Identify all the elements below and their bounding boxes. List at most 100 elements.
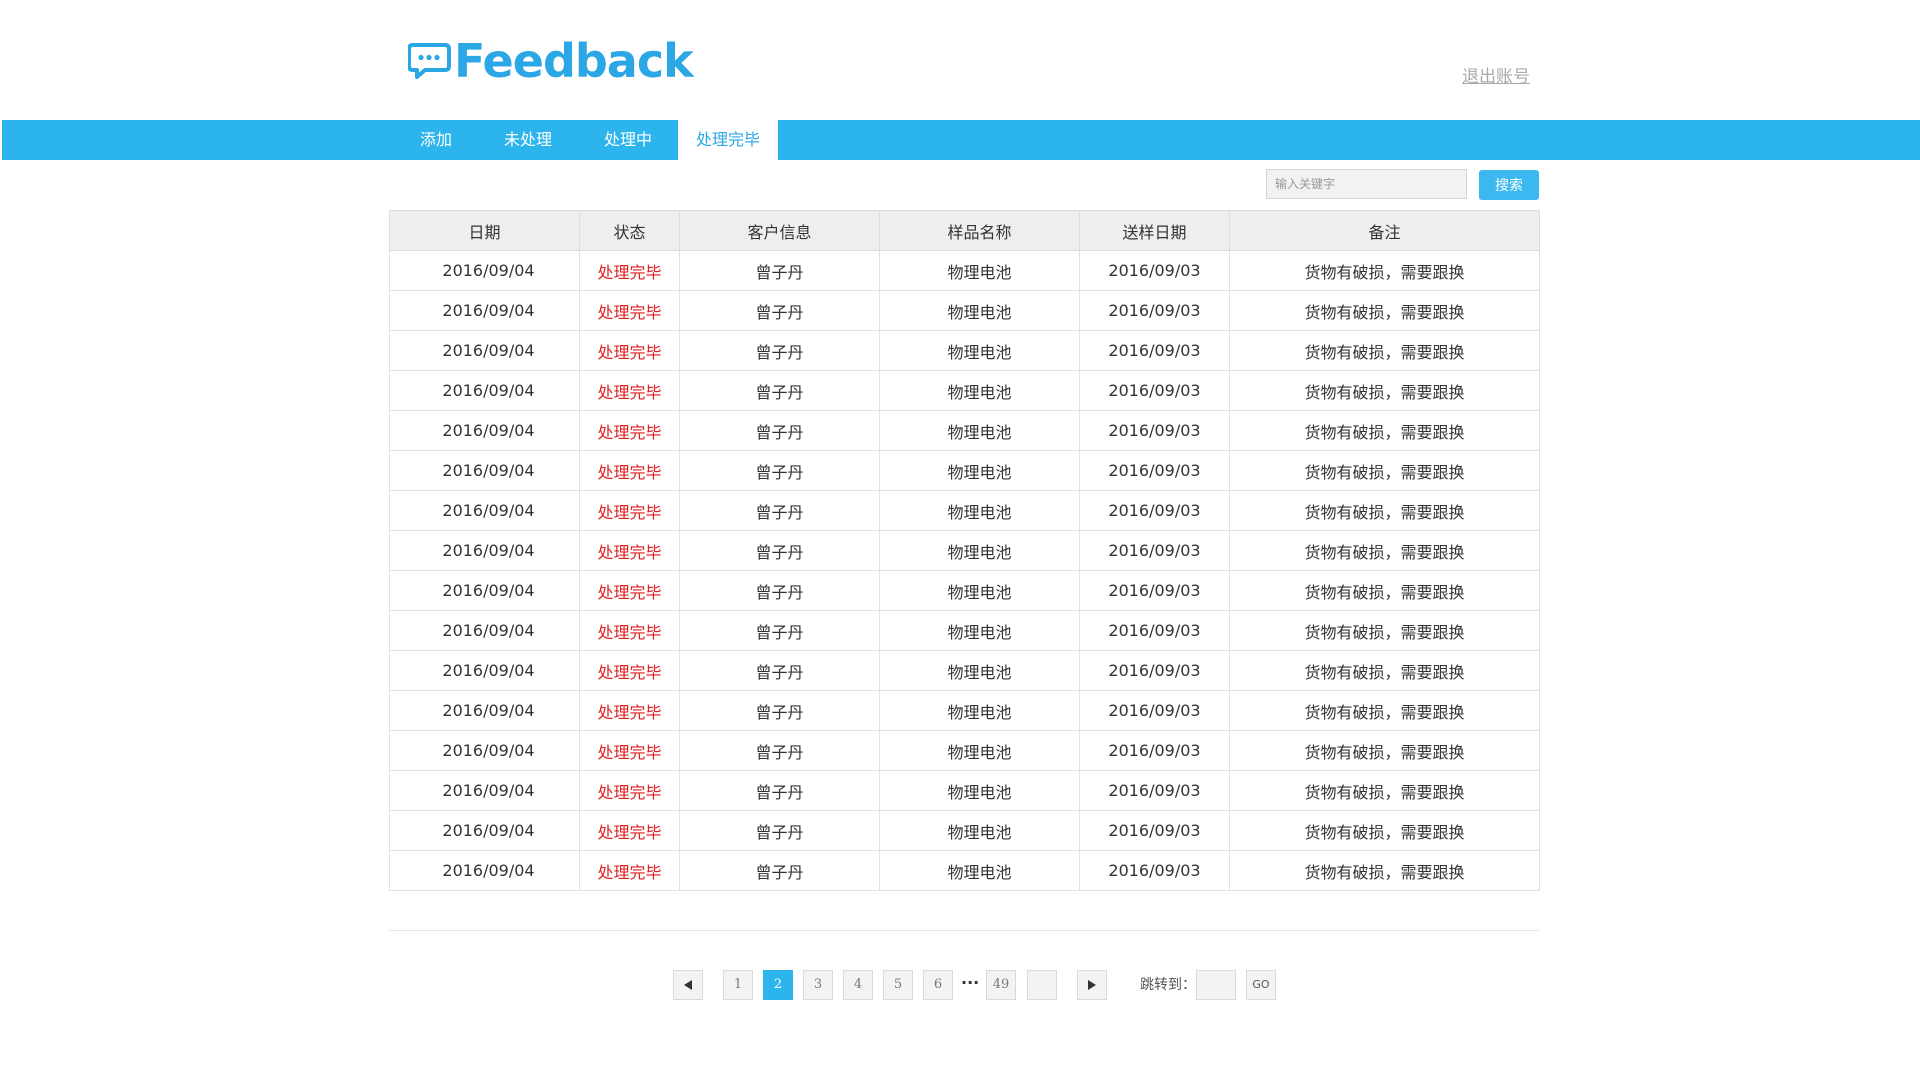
table-row[interactable]: 2016/09/04 处理完毕 曾子丹 物理电池 2016/09/03 货物有破损，需要跟… (389, 610, 1540, 651)
chat-bubble-icon (408, 43, 451, 79)
page-blank-button[interactable] (1027, 970, 1057, 1000)
cell-send-date: 2016/09/03 (1079, 810, 1230, 851)
header-send-date[interactable]: 送样日期 (1079, 210, 1230, 251)
page-4-button[interactable]: 4 (843, 970, 873, 1000)
table-row[interactable]: 2016/09/04 处理完毕 曾子丹 物理电池 2016/09/03 货物有破损，需要跟… (389, 450, 1540, 491)
cell-status: 处理完毕 (579, 690, 680, 731)
table-row[interactable]: 2016/09/04 处理完毕 曾子丹 物理电池 2016/09/03 货物有破损，需要跟… (389, 330, 1540, 371)
table-row[interactable]: 2016/09/04 处理完毕 曾子丹 物理电池 2016/09/03 货物有破损，需要跟… (389, 490, 1540, 531)
table-row[interactable]: 2016/09/04 处理完毕 曾子丹 物理电池 2016/09/03 货物有破损，需要跟… (389, 850, 1540, 891)
page-2-button[interactable]: 2 (763, 970, 793, 1000)
tab-unprocessed[interactable]: 未处理 (478, 120, 578, 160)
table-row[interactable]: 2016/09/04 处理完毕 曾子丹 物理电池 2016/09/03 货物有破损，需要跟… (389, 370, 1540, 411)
logout-link[interactable]: 退出账号 (1462, 62, 1530, 87)
cell-sample-name: 物理电池 (879, 810, 1080, 851)
cell-remark: 货物有破损，需要跟换 (1229, 650, 1540, 691)
cell-date: 2016/09/04 (389, 450, 580, 491)
table-row[interactable]: 2016/09/04 处理完毕 曾子丹 物理电池 2016/09/03 货物有破损，需要跟… (389, 770, 1540, 811)
table-header: 日期 状态 客户信息 样品名称 送样日期 备注 (389, 210, 1540, 251)
logo-text: Feedback (454, 34, 694, 88)
cell-send-date: 2016/09/03 (1079, 730, 1230, 771)
search-input[interactable] (1266, 169, 1467, 199)
cell-send-date: 2016/09/03 (1079, 490, 1230, 531)
cell-remark: 货物有破损，需要跟换 (1229, 570, 1540, 611)
cell-status: 处理完毕 (579, 370, 680, 411)
cell-send-date: 2016/09/03 (1079, 250, 1230, 291)
cell-customer: 曾子丹 (679, 690, 880, 731)
cell-send-date: 2016/09/03 (1079, 850, 1230, 891)
cell-remark: 货物有破损，需要跟换 (1229, 410, 1540, 451)
cell-status: 处理完毕 (579, 450, 680, 491)
table-row[interactable]: 2016/09/04 处理完毕 曾子丹 物理电池 2016/09/03 货物有破损，需要跟… (389, 290, 1540, 331)
search-button[interactable]: 搜索 (1479, 170, 1539, 200)
nav-tabs: 添加 未处理 处理中 处理完毕 (394, 120, 778, 160)
cell-remark: 货物有破损，需要跟换 (1229, 610, 1540, 651)
cell-send-date: 2016/09/03 (1079, 370, 1230, 411)
cell-status: 处理完毕 (579, 330, 680, 371)
tab-completed[interactable]: 处理完毕 (678, 120, 778, 160)
tab-processing[interactable]: 处理中 (578, 120, 678, 160)
cell-date: 2016/09/04 (389, 850, 580, 891)
cell-sample-name: 物理电池 (879, 370, 1080, 411)
header-remark[interactable]: 备注 (1229, 210, 1540, 251)
page-5-button[interactable]: 5 (883, 970, 913, 1000)
go-button[interactable]: GO (1246, 970, 1276, 1000)
header-customer[interactable]: 客户信息 (679, 210, 880, 251)
header-sample-name[interactable]: 样品名称 (879, 210, 1080, 251)
cell-send-date: 2016/09/03 (1079, 330, 1230, 371)
page-3-button[interactable]: 3 (803, 970, 833, 1000)
cell-sample-name: 物理电池 (879, 650, 1080, 691)
table-row[interactable]: 2016/09/04 处理完毕 曾子丹 物理电池 2016/09/03 货物有破损，需要跟… (389, 810, 1540, 851)
table-row[interactable]: 2016/09/04 处理完毕 曾子丹 物理电池 2016/09/03 货物有破损，需要跟… (389, 690, 1540, 731)
tab-add[interactable]: 添加 (394, 120, 478, 160)
header-date[interactable]: 日期 (389, 210, 580, 251)
cell-remark: 货物有破损，需要跟换 (1229, 370, 1540, 411)
prev-page-button[interactable] (673, 970, 703, 1000)
cell-date: 2016/09/04 (389, 690, 580, 731)
cell-customer: 曾子丹 (679, 450, 880, 491)
jump-label: 跳转到： (1140, 977, 1196, 993)
next-page-button[interactable] (1077, 970, 1107, 1000)
cell-sample-name: 物理电池 (879, 570, 1080, 611)
triangle-left-icon (684, 980, 692, 990)
divider (389, 930, 1539, 931)
cell-status: 处理完毕 (579, 850, 680, 891)
cell-sample-name: 物理电池 (879, 530, 1080, 571)
cell-send-date: 2016/09/03 (1079, 410, 1230, 451)
cell-send-date: 2016/09/03 (1079, 290, 1230, 331)
cell-remark: 货物有破损，需要跟换 (1229, 290, 1540, 331)
cell-remark: 货物有破损，需要跟换 (1229, 530, 1540, 571)
table-row[interactable]: 2016/09/04 处理完毕 曾子丹 物理电池 2016/09/03 货物有破损，需要跟… (389, 250, 1540, 291)
table-header-row: 日期 状态 客户信息 样品名称 送样日期 备注 (389, 210, 1540, 251)
table-row[interactable]: 2016/09/04 处理完毕 曾子丹 物理电池 2016/09/03 货物有破损，需要跟… (389, 650, 1540, 691)
cell-remark: 货物有破损，需要跟换 (1229, 250, 1540, 291)
table-row[interactable]: 2016/09/04 处理完毕 曾子丹 物理电池 2016/09/03 货物有破损，需要跟… (389, 530, 1540, 571)
header-status[interactable]: 状态 (579, 210, 680, 251)
cell-sample-name: 物理电池 (879, 490, 1080, 531)
cell-send-date: 2016/09/03 (1079, 770, 1230, 811)
page-6-button[interactable]: 6 (923, 970, 953, 1000)
cell-sample-name: 物理电池 (879, 610, 1080, 651)
cell-status: 处理完毕 (579, 250, 680, 291)
page-ellipsis: ··· (961, 973, 980, 992)
cell-date: 2016/09/04 (389, 610, 580, 651)
cell-remark: 货物有破损，需要跟换 (1229, 770, 1540, 811)
page-49-button[interactable]: 49 (986, 970, 1016, 1000)
cell-status: 处理完毕 (579, 530, 680, 571)
table-row[interactable]: 2016/09/04 处理完毕 曾子丹 物理电池 2016/09/03 货物有破损，需要跟… (389, 570, 1540, 611)
cell-date: 2016/09/04 (389, 330, 580, 371)
page-1-button[interactable]: 1 (723, 970, 753, 1000)
jump-page-input[interactable] (1196, 970, 1236, 1000)
cell-status: 处理完毕 (579, 570, 680, 611)
cell-customer: 曾子丹 (679, 290, 880, 331)
cell-sample-name: 物理电池 (879, 290, 1080, 331)
cell-remark: 货物有破损，需要跟换 (1229, 730, 1540, 771)
cell-date: 2016/09/04 (389, 810, 580, 851)
cell-status: 处理完毕 (579, 290, 680, 331)
cell-date: 2016/09/04 (389, 490, 580, 531)
cell-customer: 曾子丹 (679, 330, 880, 371)
table-row[interactable]: 2016/09/04 处理完毕 曾子丹 物理电池 2016/09/03 货物有破损，需要跟… (389, 410, 1540, 451)
cell-remark: 货物有破损，需要跟换 (1229, 490, 1540, 531)
table-row[interactable]: 2016/09/04 处理完毕 曾子丹 物理电池 2016/09/03 货物有破损，需要跟… (389, 730, 1540, 771)
cell-status: 处理完毕 (579, 610, 680, 651)
